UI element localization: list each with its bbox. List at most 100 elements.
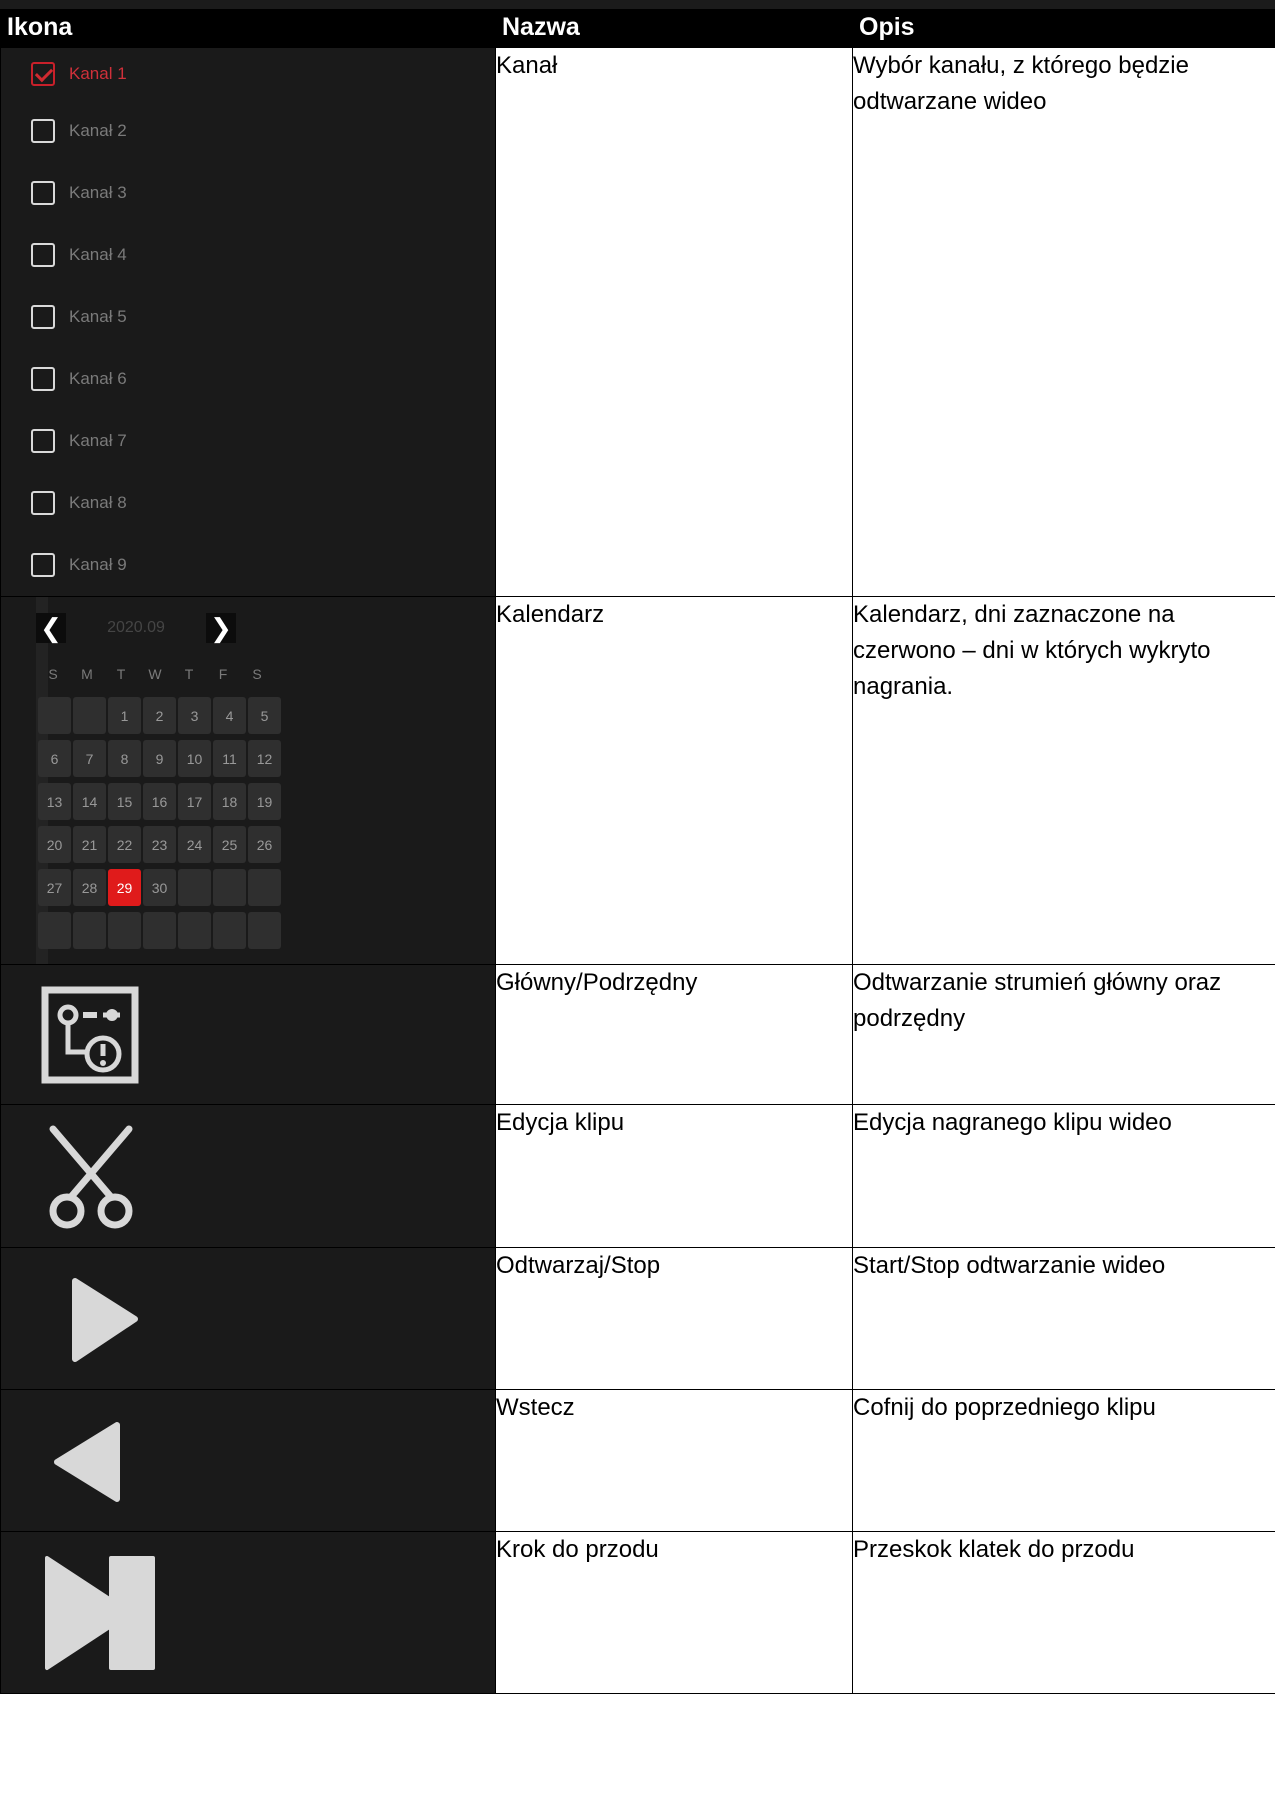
calendar-day[interactable]: 24 — [178, 826, 211, 863]
calendar-day[interactable]: 5 — [248, 697, 281, 734]
calendar-empty-cell — [38, 697, 71, 734]
calendar-day[interactable]: 11 — [213, 740, 246, 777]
calendar-day[interactable]: 26 — [248, 826, 281, 863]
table-row: Edycja klipu Edycja nagranego klipu wide… — [0, 1104, 1275, 1248]
row-name: Kanał — [495, 47, 853, 597]
step-forward-icon-cell — [0, 1531, 496, 1694]
row-description: Odtwarzanie strumień główny oraz podrzęd… — [852, 964, 1275, 1105]
calendar-empty-cell — [143, 912, 176, 949]
calendar-day[interactable]: 15 — [108, 783, 141, 820]
channel-checkbox[interactable] — [31, 429, 55, 453]
table-row: Kanal 1 Kanał 2 Kanał 3 Kanał 4 Kanał 5 Kanał… — [0, 47, 1275, 597]
clip-edit-icon-cell — [0, 1104, 496, 1248]
calendar-day[interactable]: 19 — [248, 783, 281, 820]
calendar-day[interactable]: 20 — [38, 826, 71, 863]
channel-checkbox[interactable] — [31, 181, 55, 205]
calendar-day[interactable]: 1 — [108, 697, 141, 734]
scissors-icon[interactable] — [41, 1121, 141, 1231]
table-row: Krok do przodu Przeskok klatek do przodu — [0, 1531, 1275, 1694]
calendar-day[interactable]: 6 — [38, 740, 71, 777]
calendar-day[interactable]: 10 — [178, 740, 211, 777]
row-description: Edycja nagranego klipu wideo — [852, 1104, 1275, 1248]
calendar-day[interactable]: 13 — [38, 783, 71, 820]
channel-checkbox[interactable] — [31, 119, 55, 143]
channel-checkbox[interactable] — [31, 553, 55, 577]
row-name: Krok do przodu — [495, 1531, 853, 1694]
calendar-day[interactable]: 28 — [73, 869, 106, 906]
channel-label: Kanał 4 — [69, 245, 127, 264]
channel-item[interactable]: Kanał 5 — [1, 286, 495, 348]
row-description: Start/Stop odtwarzanie wideo — [852, 1247, 1275, 1390]
back-icon-cell — [0, 1389, 496, 1532]
header-icon: Ikona — [0, 9, 496, 48]
header-description: Opis — [852, 9, 1275, 48]
calendar-day[interactable]: 14 — [73, 783, 106, 820]
channel-item[interactable]: Kanał 8 — [1, 472, 495, 534]
calendar-day[interactable]: 12 — [248, 740, 281, 777]
calendar-day[interactable]: 9 — [143, 740, 176, 777]
calendar-day[interactable]: 25 — [213, 826, 246, 863]
channel-label: Kanał 6 — [69, 369, 127, 388]
channel-list: Kanal 1 Kanał 2 Kanał 3 Kanał 4 Kanał 5 Kanał… — [1, 48, 495, 596]
calendar-empty-cell — [178, 912, 211, 949]
channel-item[interactable]: Kanal 1 — [1, 48, 495, 100]
channel-checkbox[interactable] — [31, 243, 55, 267]
calendar-day[interactable]: 8 — [108, 740, 141, 777]
calendar-day[interactable]: 17 — [178, 783, 211, 820]
stream-switch-icon[interactable] — [41, 986, 139, 1084]
weekday-label: S — [252, 666, 262, 682]
channel-item[interactable]: Kanał 2 — [1, 100, 495, 162]
next-month-button[interactable]: ❯ — [206, 613, 236, 643]
calendar-day-grid: 1 2 3 4 5 6 7 8 9 10 11 12 13 14 15 16 17 18 19 20 21 22 23 24 2… — [38, 697, 304, 949]
step-forward-icon[interactable] — [41, 1550, 161, 1675]
table-row: Odtwarzaj/Stop Start/Stop odtwarzanie wi… — [0, 1247, 1275, 1390]
calendar-day[interactable]: 21 — [73, 826, 106, 863]
row-name: Edycja klipu — [495, 1104, 853, 1248]
calendar-day[interactable]: 29 — [108, 869, 141, 906]
table-row: ❮ 2020.09 ❯ SMTWTFS 1 2 3 4 5 6 7 8 9 10 11 12 13 14 1… — [0, 596, 1275, 965]
calendar-day[interactable]: 30 — [143, 869, 176, 906]
channel-item[interactable]: Kanał 6 — [1, 348, 495, 410]
channel-item[interactable]: Kanał 4 — [1, 224, 495, 286]
calendar-day[interactable]: 18 — [213, 783, 246, 820]
channel-checkbox[interactable] — [31, 305, 55, 329]
calendar-day[interactable]: 3 — [178, 697, 211, 734]
calendar-day[interactable]: 7 — [73, 740, 106, 777]
back-icon[interactable] — [41, 1411, 151, 1511]
calendar-widget: ❮ 2020.09 ❯ SMTWTFS 1 2 3 4 5 6 7 8 9 10 11 12 13 14 1… — [36, 611, 304, 949]
calendar-empty-cell — [248, 912, 281, 949]
play-icon-cell — [0, 1247, 496, 1390]
weekday-label: T — [184, 666, 194, 682]
calendar-month-label: 2020.09 — [107, 619, 165, 636]
channel-list-cell: Kanal 1 Kanał 2 Kanał 3 Kanał 4 Kanał 5 Kanał… — [0, 47, 496, 597]
stream-icon-cell — [0, 964, 496, 1105]
calendar-empty-cell — [38, 912, 71, 949]
channel-item[interactable]: Kanał 9 — [1, 534, 495, 596]
channel-checkbox[interactable] — [31, 491, 55, 515]
channel-item[interactable]: Kanał 3 — [1, 162, 495, 224]
calendar-day[interactable]: 23 — [143, 826, 176, 863]
prev-month-button[interactable]: ❮ — [36, 613, 66, 643]
calendar-day[interactable]: 16 — [143, 783, 176, 820]
channel-label: Kanał 8 — [69, 493, 127, 512]
row-description: Kalendarz, dni zaznaczone na czerwono – … — [852, 596, 1275, 965]
header-name: Nazwa — [495, 9, 853, 48]
weekday-label: T — [116, 666, 126, 682]
table-header-row: Ikona Nazwa Opis — [0, 9, 1275, 48]
calendar-day[interactable]: 27 — [38, 869, 71, 906]
calendar-weekday-row: SMTWTFS — [36, 659, 304, 689]
channel-checkbox[interactable] — [31, 367, 55, 391]
icon-table: Ikona Nazwa Opis Kanal 1 Kanał 2 Kanał 3 Ka… — [0, 9, 1275, 1694]
row-name: Kalendarz — [495, 596, 853, 965]
calendar-day[interactable]: 22 — [108, 826, 141, 863]
channel-label: Kanal 1 — [69, 64, 127, 83]
channel-label: Kanał 3 — [69, 183, 127, 202]
channel-checkbox[interactable] — [31, 62, 55, 86]
table-row: Wstecz Cofnij do poprzedniego klipu — [0, 1389, 1275, 1532]
calendar-day[interactable]: 2 — [143, 697, 176, 734]
weekday-label: S — [48, 666, 58, 682]
play-icon[interactable] — [41, 1269, 151, 1369]
calendar-day[interactable]: 4 — [213, 697, 246, 734]
channel-item[interactable]: Kanał 7 — [1, 410, 495, 472]
row-name: Odtwarzaj/Stop — [495, 1247, 853, 1390]
